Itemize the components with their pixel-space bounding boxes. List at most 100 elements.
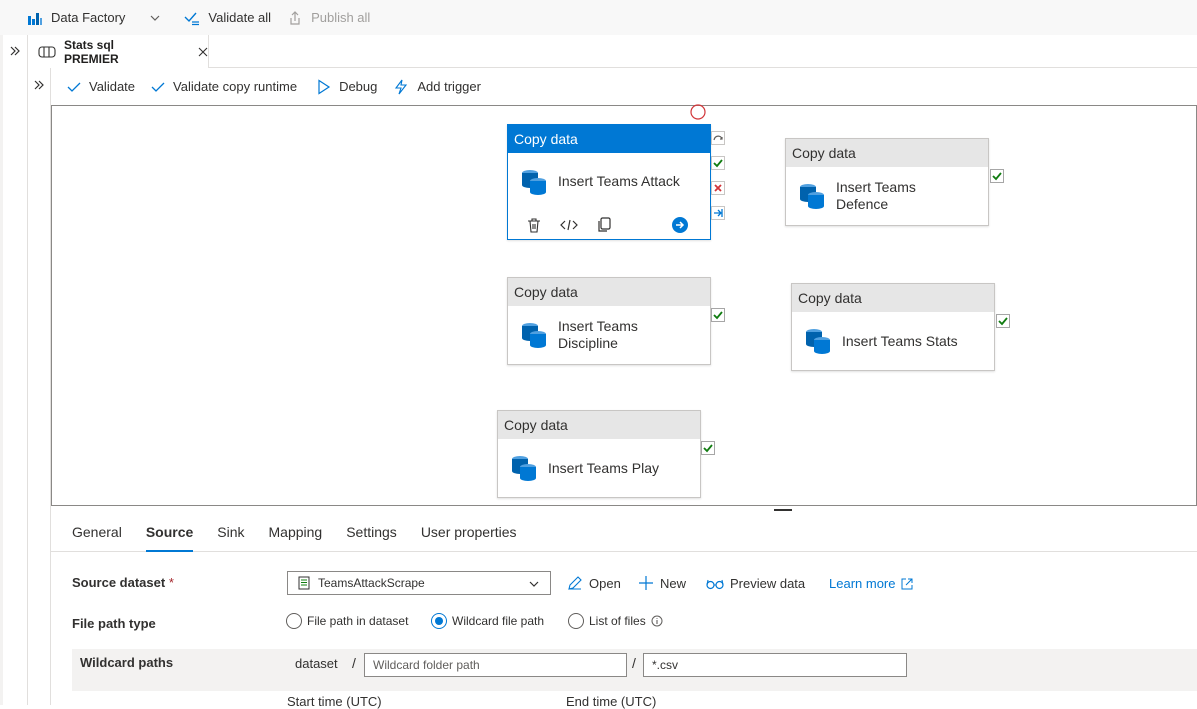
- source-dataset-label: Source dataset *: [72, 575, 174, 590]
- expand-sidebar-icon[interactable]: [9, 45, 21, 57]
- tab-sink[interactable]: Sink: [217, 512, 244, 552]
- source-dataset-text: Source dataset: [72, 575, 166, 590]
- success-port-icon[interactable]: [711, 156, 725, 170]
- open-dataset-button[interactable]: Open: [567, 575, 621, 591]
- radio-circle-selected: [431, 613, 447, 629]
- tab-stats-sql-premier[interactable]: Stats sql PREMIER: [28, 35, 209, 68]
- top-command-bar: Data Factory Validate all Publish all: [0, 0, 1197, 35]
- required-asterisk: *: [168, 575, 174, 590]
- pipeline-toolbar: Validate Validate copy runtime Debug Add…: [51, 68, 1197, 105]
- learn-more-label: Learn more: [829, 576, 896, 591]
- source-dataset-select[interactable]: TeamsAttackScrape: [287, 571, 551, 595]
- success-port-icon[interactable]: [701, 441, 715, 455]
- publish-icon: [287, 10, 303, 26]
- close-icon[interactable]: [198, 47, 208, 57]
- success-port-icon[interactable]: [711, 308, 725, 322]
- pipeline-canvas[interactable]: Copy data Insert Teams Attack Copy data …: [51, 104, 1197, 506]
- activity-insert-teams-stats[interactable]: Copy data Insert Teams Stats: [791, 283, 995, 371]
- play-icon: [317, 78, 331, 95]
- file-path-type-label: File path type: [72, 616, 156, 631]
- activity-insert-teams-attack[interactable]: Copy data Insert Teams Attack: [507, 124, 711, 240]
- validate-button[interactable]: Validate: [67, 79, 135, 94]
- activity-type: Copy data: [792, 284, 994, 312]
- chevron-down-icon[interactable]: [149, 12, 161, 24]
- wildcard-paths-label: Wildcard paths: [80, 655, 174, 670]
- activities-rail: [28, 68, 51, 705]
- activity-type: Copy data: [786, 139, 988, 167]
- code-icon[interactable]: [560, 218, 578, 232]
- external-link-icon: [901, 578, 913, 590]
- radio-circle: [286, 613, 302, 629]
- validate-all-label: Validate all: [208, 10, 272, 25]
- success-port-icon[interactable]: [996, 314, 1010, 328]
- pencil-icon: [567, 575, 583, 591]
- success-port-icon[interactable]: [990, 169, 1004, 183]
- path-separator: /: [632, 655, 636, 671]
- radio-wildcard-file-path[interactable]: Wildcard file path: [431, 613, 544, 629]
- tab-general[interactable]: General: [72, 512, 122, 552]
- database-icon: [510, 454, 538, 482]
- open-label: Open: [589, 575, 621, 591]
- rail-edge: [0, 35, 3, 705]
- failure-port-icon[interactable]: [711, 181, 725, 195]
- validate-copy-runtime-button[interactable]: Validate copy runtime: [151, 79, 297, 94]
- new-dataset-button[interactable]: New: [638, 575, 686, 591]
- tab-title: Stats sql PREMIER: [64, 37, 119, 66]
- add-trigger-label: Add trigger: [417, 79, 481, 94]
- validate-all-button[interactable]: Validate all: [184, 10, 271, 26]
- radio-label: Wildcard file path: [452, 614, 545, 628]
- activity-name: Insert Teams Defence: [836, 179, 916, 212]
- panel-resize-handle[interactable]: [774, 509, 792, 511]
- end-time-label: End time (UTC): [566, 694, 657, 709]
- database-icon: [804, 327, 832, 355]
- delete-icon[interactable]: [526, 217, 542, 233]
- preview-data-button[interactable]: Preview data: [706, 576, 805, 591]
- activity-type: Copy data: [508, 278, 710, 306]
- factory-label: Data Factory: [51, 10, 126, 25]
- tab-user-properties[interactable]: User properties: [421, 512, 517, 552]
- data-factory-icon: [27, 10, 43, 26]
- validate-all-icon: [184, 10, 200, 26]
- publish-all-button[interactable]: Publish all: [287, 10, 370, 26]
- expand-activities-icon[interactable]: [33, 79, 45, 91]
- radio-list-of-files[interactable]: List of files: [568, 613, 663, 629]
- activity-type: Copy data: [498, 411, 700, 439]
- validate-copy-runtime-label: Validate copy runtime: [173, 79, 298, 94]
- wildcard-folder-path-input[interactable]: [364, 653, 627, 677]
- left-rail: [0, 35, 28, 705]
- factory-selector[interactable]: Data Factory: [27, 10, 161, 26]
- activity-type: Copy data: [508, 125, 710, 153]
- activity-insert-teams-defence[interactable]: Copy data Insert Teams Defence: [785, 138, 989, 226]
- completion-port-icon[interactable]: [711, 206, 725, 220]
- publish-all-label: Publish all: [311, 10, 371, 25]
- lightning-icon: [393, 79, 409, 95]
- open-activity-arrow-icon[interactable]: [671, 216, 689, 234]
- debug-label: Debug: [339, 79, 378, 94]
- activity-insert-teams-discipline[interactable]: Copy data Insert Teams Discipline: [507, 277, 711, 365]
- tab-source[interactable]: Source: [145, 512, 194, 552]
- learn-more-link[interactable]: Learn more: [829, 576, 913, 591]
- activity-name: Insert Teams Attack: [558, 173, 680, 189]
- info-icon[interactable]: [651, 615, 663, 627]
- add-trigger-button[interactable]: Add trigger: [393, 79, 481, 95]
- error-circle-icon: [690, 104, 706, 120]
- preview-label: Preview data: [730, 576, 806, 591]
- dataset-file-icon: [298, 576, 310, 590]
- activity-name: Insert Teams Stats: [842, 332, 958, 349]
- radio-label: List of files: [589, 614, 646, 628]
- activity-name: Insert Teams Discipline: [558, 318, 638, 351]
- chevron-down-icon: [528, 578, 540, 590]
- clone-icon[interactable]: [596, 217, 612, 233]
- dataset-value: TeamsAttackScrape: [318, 576, 425, 590]
- document-tab-bar: Stats sql PREMIER: [28, 35, 1197, 68]
- debug-button[interactable]: Debug: [317, 78, 378, 95]
- wildcard-file-name-input[interactable]: [643, 653, 907, 677]
- start-time-label: Start time (UTC): [287, 694, 382, 709]
- glasses-icon: [706, 578, 724, 590]
- plus-icon: [638, 575, 654, 591]
- tab-mapping[interactable]: Mapping: [269, 512, 323, 552]
- tab-settings[interactable]: Settings: [346, 512, 397, 552]
- activity-insert-teams-play[interactable]: Copy data Insert Teams Play: [497, 410, 701, 498]
- skip-port-icon[interactable]: [711, 131, 725, 145]
- radio-file-path-in-dataset[interactable]: File path in dataset: [286, 613, 408, 629]
